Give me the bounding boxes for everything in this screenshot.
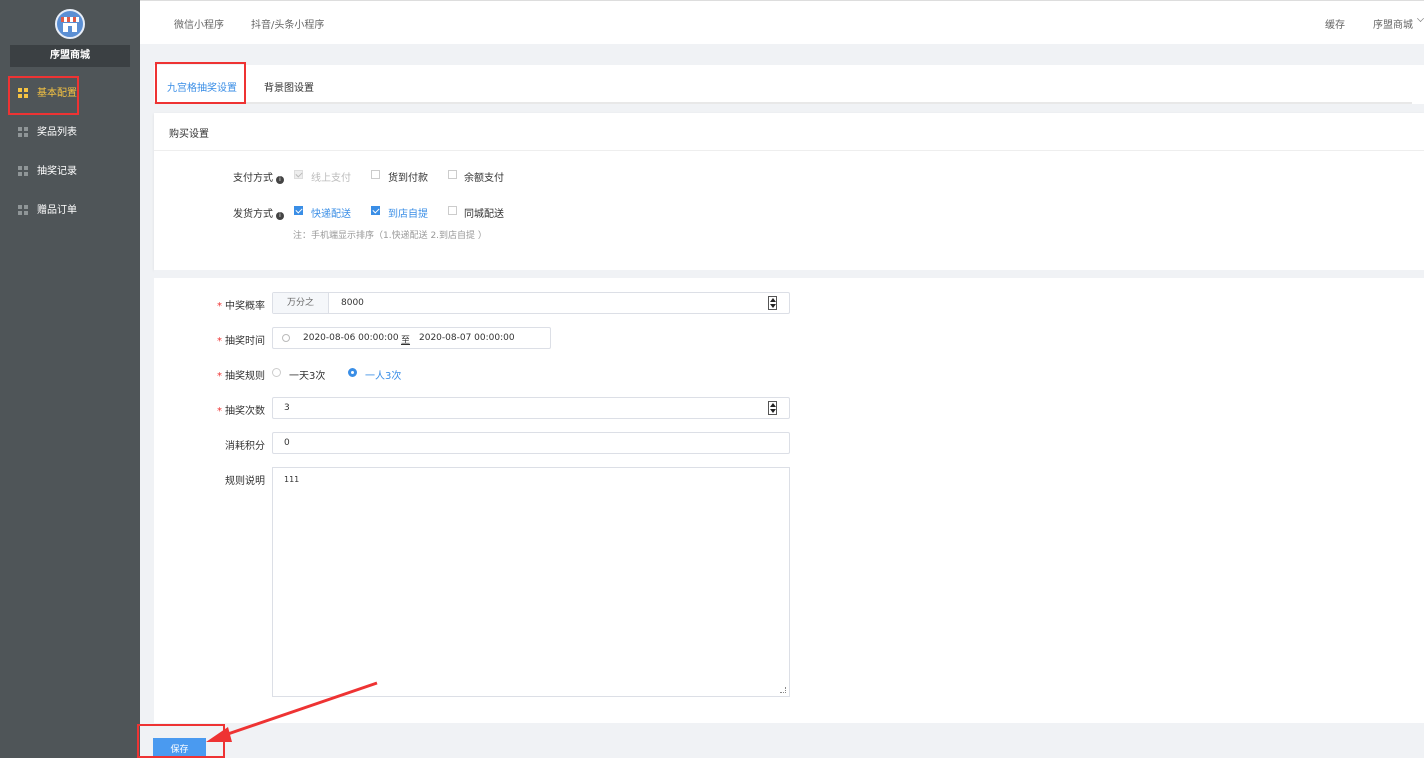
rule-desc-textarea[interactable]: 111 xyxy=(272,467,790,697)
topbar: 微信小程序 抖音/头条小程序 缓存 序盟商城 xyxy=(140,0,1424,44)
draw-count-value: 3 xyxy=(284,403,290,413)
delivery-note: 注：手机端显示排序（1.快递配送 2.到店自提 ） xyxy=(293,231,487,241)
option-balance-pay: 余额支付 xyxy=(464,173,504,184)
user-menu[interactable]: 序盟商城 xyxy=(1373,16,1413,31)
time-separator: 至 xyxy=(401,336,411,346)
time-start[interactable]: 2020-08-06 00:00:00 xyxy=(303,333,399,343)
win-rate-input[interactable]: 万分之 8000 xyxy=(272,292,790,314)
checkbox-cod[interactable] xyxy=(371,170,380,179)
radio-per-day[interactable] xyxy=(272,368,281,377)
sidebar-item-prize-list[interactable]: 奖品列表 xyxy=(0,119,140,147)
highlight-box-tab xyxy=(155,62,246,104)
sidebar-item-draw-records[interactable]: 抽奖记录 xyxy=(0,158,140,186)
option-express: 快递配送 xyxy=(311,209,351,220)
option-per-person: 一人3次 xyxy=(365,371,402,382)
sidebar-item-label: 奖品列表 xyxy=(37,127,77,138)
tab-underline xyxy=(154,102,1412,104)
shop-logo xyxy=(55,9,85,39)
points-label: 消耗积分 xyxy=(225,441,265,452)
top-link-douyin[interactable]: 抖音/头条小程序 xyxy=(251,16,324,31)
time-end[interactable]: 2020-08-07 00:00:00 xyxy=(419,333,515,343)
option-online-pay: 线上支付 xyxy=(311,173,351,184)
draw-rule-label: * 抽奖规则 xyxy=(217,371,265,382)
rule-desc-label: 规则说明 xyxy=(225,476,265,487)
option-cod: 货到付款 xyxy=(388,173,428,184)
sidebar-item-label: 赠品订单 xyxy=(37,205,77,216)
highlight-box-save xyxy=(137,724,225,758)
top-link-wechat[interactable]: 微信小程序 xyxy=(174,16,224,31)
points-input[interactable]: 0 xyxy=(272,432,790,454)
sidebar-item-gift-orders[interactable]: 赠品订单 xyxy=(0,197,140,225)
radio-per-person[interactable] xyxy=(348,368,357,377)
checkbox-pickup[interactable] xyxy=(371,206,380,215)
shop-name: 序盟商城 xyxy=(10,45,130,67)
store-icon xyxy=(61,17,79,32)
info-icon: i xyxy=(276,212,284,220)
info-icon: i xyxy=(276,176,284,184)
payment-label: 支付方式 i xyxy=(233,169,284,184)
option-same-city: 同城配送 xyxy=(464,209,504,220)
purchase-settings-title: 购买设置 xyxy=(169,129,209,140)
draw-time-range-picker[interactable]: 2020-08-06 00:00:00 至 2020-08-07 00:00:0… xyxy=(272,327,551,349)
purchase-settings-card: 购买设置 xyxy=(154,113,1424,270)
draw-count-input[interactable]: 3 xyxy=(272,397,790,419)
tab-background-settings[interactable]: 背景图设置 xyxy=(264,79,314,94)
points-value: 0 xyxy=(284,438,290,448)
section-gap xyxy=(154,270,1424,278)
grid-icon xyxy=(18,127,28,137)
resize-handle-icon[interactable] xyxy=(780,687,786,693)
chevron-down-icon[interactable] xyxy=(1417,15,1424,22)
divider xyxy=(154,150,1424,151)
rule-desc-value: 111 xyxy=(284,475,300,484)
win-rate-value: 8000 xyxy=(341,298,364,308)
win-rate-prefix: 万分之 xyxy=(273,293,329,313)
clock-icon xyxy=(282,334,290,342)
grid-icon xyxy=(18,166,28,176)
checkbox-online-pay[interactable] xyxy=(294,170,303,179)
checkbox-express[interactable] xyxy=(294,206,303,215)
grid-icon xyxy=(18,205,28,215)
delivery-label: 发货方式 i xyxy=(233,205,284,220)
checkbox-same-city[interactable] xyxy=(448,206,457,215)
cache-link[interactable]: 缓存 xyxy=(1325,16,1345,31)
tab-bar xyxy=(154,65,1424,104)
option-per-day: 一天3次 xyxy=(289,371,326,382)
spinner-icon[interactable] xyxy=(768,401,777,415)
highlight-box-menu xyxy=(8,76,79,115)
draw-time-label: * 抽奖时间 xyxy=(217,336,265,347)
checkbox-balance-pay[interactable] xyxy=(448,170,457,179)
draw-count-label: * 抽奖次数 xyxy=(217,406,265,417)
sidebar-item-label: 抽奖记录 xyxy=(37,166,77,177)
option-pickup: 到店自提 xyxy=(388,209,428,220)
spinner-icon[interactable] xyxy=(768,296,777,310)
win-rate-label: * 中奖概率 xyxy=(217,301,265,312)
footer-bar xyxy=(140,723,1424,758)
